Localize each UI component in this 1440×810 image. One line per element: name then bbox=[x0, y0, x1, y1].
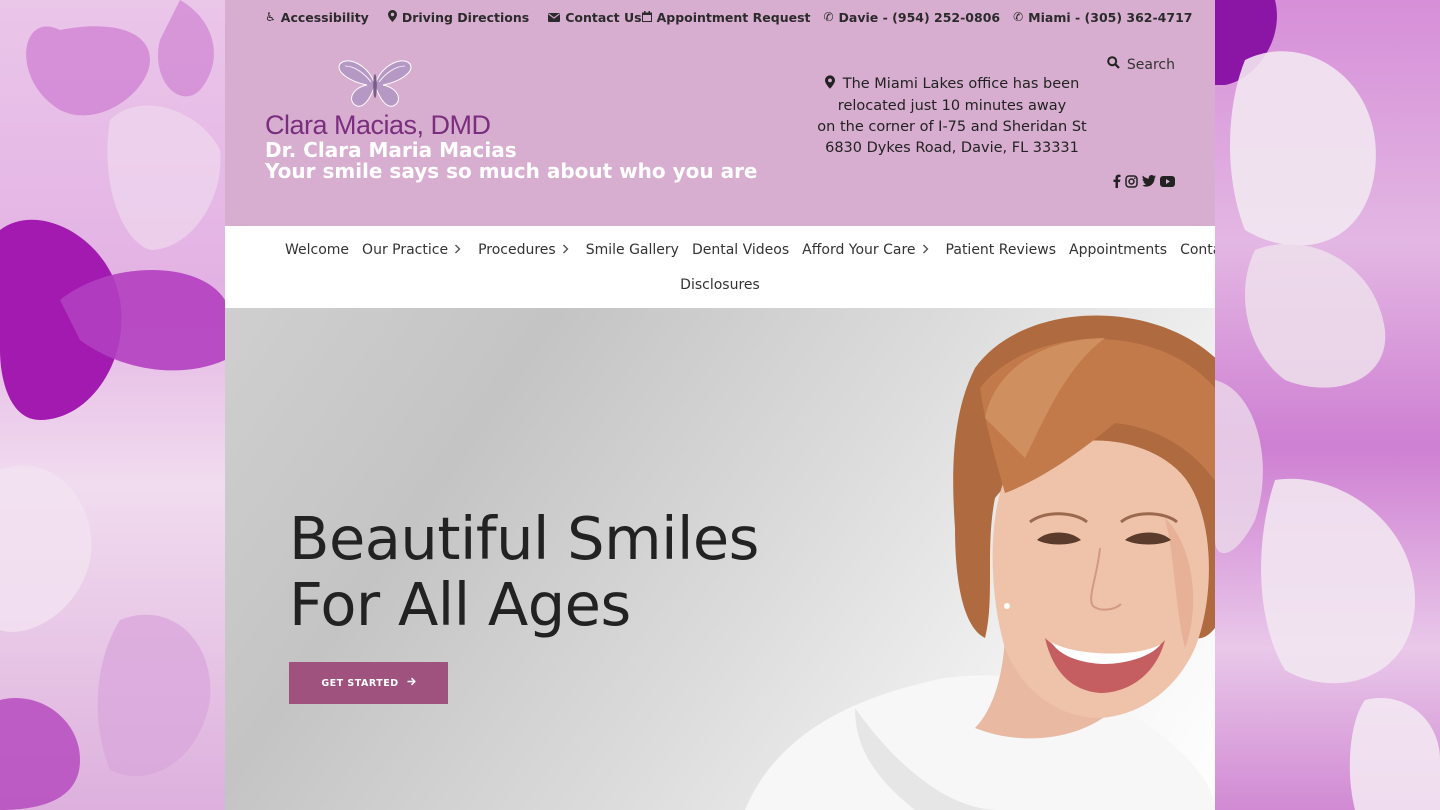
notice-line-2: relocated just 10 minutes away bbox=[837, 98, 1067, 114]
hero-banner: Beautiful Smiles For All Ages GET STARTE… bbox=[225, 308, 1215, 810]
phone-icon: ✆ bbox=[823, 10, 834, 24]
get-started-label: GET STARTED bbox=[321, 677, 399, 689]
get-started-button[interactable]: GET STARTED bbox=[289, 662, 448, 704]
davie-phone-link[interactable]: ✆ Davie - (954) 252-0806 bbox=[823, 10, 1000, 25]
butterfly-background-right bbox=[1215, 0, 1440, 810]
nav-item-patient-reviews[interactable]: Patient Reviews bbox=[946, 242, 1056, 258]
nav-item-disclosures[interactable]: Disclosures bbox=[680, 277, 760, 293]
davie-phone-label: Davie - (954) 252-0806 bbox=[838, 9, 1001, 25]
nav-item-procedures[interactable]: Procedures bbox=[478, 242, 569, 258]
miami-phone-link[interactable]: ✆ Miami - (305) 362-4717 bbox=[1013, 10, 1192, 25]
nav-item-label: Welcome bbox=[285, 242, 350, 258]
driving-directions-link[interactable]: Driving Directions bbox=[387, 9, 530, 25]
contact-us-link[interactable]: Contact Us bbox=[548, 9, 642, 25]
social-links bbox=[1112, 174, 1175, 188]
accessibility-link[interactable]: ♿ Accessibility bbox=[265, 10, 369, 25]
nav-row-secondary: Disclosures bbox=[225, 277, 1215, 293]
wheelchair-icon: ♿ bbox=[265, 10, 276, 24]
chevron-right-icon bbox=[454, 243, 461, 258]
search-button[interactable]: Search bbox=[1107, 56, 1175, 73]
butterfly-logo-icon bbox=[338, 60, 412, 107]
calendar-icon bbox=[641, 10, 652, 25]
utility-bar: ♿ Accessibility Driving Directions Conta… bbox=[225, 0, 1215, 34]
twitter-icon[interactable] bbox=[1142, 175, 1156, 187]
accessibility-label: Accessibility bbox=[280, 9, 369, 25]
notice-line-1-text: The Miami Lakes office has been bbox=[842, 76, 1080, 92]
site-header: Clara Macias, DMD Dr. Clara Maria Macias… bbox=[225, 34, 1215, 226]
hero-heading-line-2: For All Ages bbox=[289, 570, 631, 639]
nav-item-label: Afford Your Care bbox=[802, 242, 916, 258]
nav-item-contact[interactable]: Contact bbox=[1180, 242, 1215, 258]
appointment-request-link[interactable]: Appointment Request bbox=[641, 9, 811, 25]
miami-phone-label: Miami - (305) 362-4717 bbox=[1028, 9, 1193, 25]
envelope-icon bbox=[548, 10, 561, 25]
nav-item-dental-videos[interactable]: Dental Videos bbox=[692, 242, 789, 258]
hero-heading-line-1: Beautiful Smiles bbox=[289, 504, 759, 573]
butterfly-background-left bbox=[0, 0, 225, 810]
nav-item-label: Contact bbox=[1180, 242, 1215, 258]
background-left-panel bbox=[0, 0, 225, 810]
tagline: Your smile says so much about who you ar… bbox=[265, 159, 758, 183]
nav-item-label: Appointments bbox=[1069, 242, 1168, 258]
logo-wordmark: Clara Macias, DMD bbox=[265, 110, 491, 140]
logo-subtitle: Dr. Clara Maria Macias Your smile says s… bbox=[265, 140, 758, 182]
contact-us-label: Contact Us bbox=[565, 9, 642, 25]
chevron-right-icon bbox=[562, 243, 569, 258]
notice-line-1: The Miami Lakes office has been bbox=[799, 74, 1105, 96]
facebook-icon[interactable] bbox=[1112, 174, 1121, 188]
nav-item-our-practice[interactable]: Our Practice bbox=[362, 242, 461, 258]
chevron-right-icon bbox=[922, 243, 929, 258]
hero-heading: Beautiful Smiles For All Ages bbox=[289, 506, 759, 638]
nav-item-label: Our Practice bbox=[362, 242, 449, 258]
search-label: Search bbox=[1126, 56, 1175, 73]
arrow-right-icon bbox=[407, 677, 416, 689]
nav-item-label: Procedures bbox=[478, 242, 556, 258]
instagram-icon[interactable] bbox=[1125, 174, 1138, 188]
background-right-panel bbox=[1215, 0, 1440, 810]
nav-item-smile-gallery[interactable]: Smile Gallery bbox=[586, 242, 679, 258]
nav-item-label: Smile Gallery bbox=[585, 242, 679, 258]
nav-item-label: Patient Reviews bbox=[945, 242, 1056, 258]
nav-row-primary: Welcome Our Practice Procedures Smile Galle… bbox=[285, 242, 1215, 258]
youtube-icon[interactable] bbox=[1160, 175, 1175, 187]
appointment-request-label: Appointment Request bbox=[656, 9, 811, 25]
phone-icon: ✆ bbox=[1013, 10, 1024, 24]
doctor-name: Dr. Clara Maria Macias bbox=[265, 138, 517, 162]
nav-item-appointments[interactable]: Appointments bbox=[1069, 242, 1167, 258]
search-icon bbox=[1107, 56, 1120, 73]
notice-line-4: 6830 Dykes Road, Davie, FL 33331 bbox=[825, 140, 1079, 156]
website-page: ♿ Accessibility Driving Directions Conta… bbox=[225, 0, 1215, 810]
nav-item-afford-your-care[interactable]: Afford Your Care bbox=[802, 242, 929, 258]
relocation-notice: The Miami Lakes office has been relocate… bbox=[799, 74, 1105, 159]
notice-line-3: on the corner of I-75 and Sheridan St bbox=[817, 119, 1087, 135]
nav-item-label: Dental Videos bbox=[691, 242, 790, 258]
main-navigation: Welcome Our Practice Procedures Smile Galle… bbox=[225, 226, 1215, 308]
map-marker-icon bbox=[824, 75, 835, 96]
nav-item-welcome[interactable]: Welcome bbox=[285, 242, 349, 258]
driving-directions-label: Driving Directions bbox=[401, 9, 530, 25]
map-marker-icon bbox=[387, 9, 397, 25]
